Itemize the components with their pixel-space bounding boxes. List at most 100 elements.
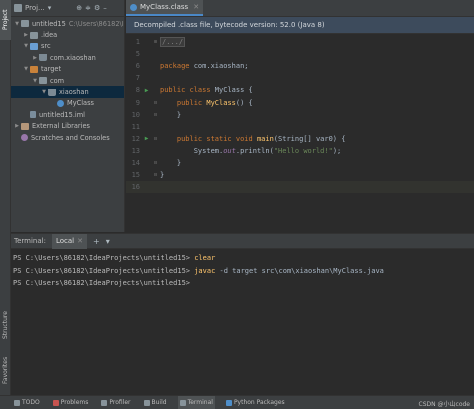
line-number: 5 xyxy=(135,50,140,59)
status-tab-todo[interactable]: TODO xyxy=(12,396,42,409)
add-terminal-icon[interactable]: + xyxy=(93,237,100,246)
code-line: 8 ▶ public class MyClass { xyxy=(126,84,474,96)
pkg-icon xyxy=(48,88,56,96)
collapsed-arrow-icon[interactable]: ▶ xyxy=(13,123,21,129)
line-number: 11 xyxy=(131,122,140,131)
code-token: out xyxy=(223,146,236,155)
tree-item[interactable]: ▶ External Libraries xyxy=(11,121,124,132)
line-number: 13 xyxy=(131,146,140,155)
code-editor[interactable]: 1 ⊞/.../5 6 package com.xiaoshan; 7 8 ▶ public … xyxy=(126,36,474,194)
project-panel: Proj... ▾ ⊕ ≑ ⚙ – ▼ untitled15 C:\Users\86… xyxy=(11,0,125,232)
code-token: com.xiaoshan; xyxy=(193,62,249,71)
project-tool-tab[interactable]: Project xyxy=(0,0,11,40)
run-icon[interactable]: ▶ xyxy=(142,135,151,142)
project-panel-header: Proj... ▾ ⊕ ≑ ⚙ – xyxy=(11,0,124,17)
code-text: public MyClass() { xyxy=(160,99,253,107)
close-icon[interactable]: ✕ xyxy=(193,3,199,11)
favorites-tool-tab[interactable]: Favorites xyxy=(0,350,11,390)
code-text: } xyxy=(160,111,181,119)
tool-window-icon xyxy=(179,399,186,406)
code-token: } xyxy=(160,158,182,167)
favorites-tool-tab-label: Favorites xyxy=(2,356,9,384)
lib-icon xyxy=(21,122,29,130)
terminal-tab-local[interactable]: Local ✕ xyxy=(51,233,87,249)
expanded-arrow-icon[interactable]: ▼ xyxy=(40,89,48,95)
tree-item[interactable]: ▼ src xyxy=(11,41,124,52)
close-icon[interactable]: ✕ xyxy=(77,237,83,245)
chevron-down-icon[interactable]: ▾ xyxy=(48,4,52,12)
terminal-line: PS C:\Users\86182\IdeaProjects\untitled1… xyxy=(13,265,474,278)
editor-area: MyClass.class ✕ Decompiled .class file, … xyxy=(126,0,474,232)
structure-tool-tab-label: Structure xyxy=(2,311,9,339)
minimize-icon[interactable]: – xyxy=(103,4,107,12)
status-tab-build[interactable]: Build xyxy=(142,396,169,409)
terminal-tab-label: Local xyxy=(55,237,75,245)
tree-item-label: com.xiaoshan xyxy=(50,53,96,62)
status-tab-problems[interactable]: Problems xyxy=(51,396,91,409)
structure-tool-tab[interactable]: Structure xyxy=(0,305,11,345)
terminal-output[interactable]: PS C:\Users\86182\IdeaProjects\untitled1… xyxy=(11,249,474,290)
pkg-icon xyxy=(39,54,47,62)
line-number: 1 xyxy=(135,38,140,47)
status-tab-label: Build xyxy=(151,399,167,406)
fold-icon[interactable]: ⊟ xyxy=(151,136,160,142)
code-line: 15 ⊟} xyxy=(126,169,474,181)
code-text: System.out.println("Hello world!"); xyxy=(160,146,342,155)
code-token: "Hello world!" xyxy=(273,146,333,155)
tree-item-label: untitled15 xyxy=(32,19,66,28)
run-icon[interactable]: ▶ xyxy=(142,87,151,94)
tree-item[interactable]: ▶ com.xiaoshan xyxy=(11,52,124,63)
tree-item[interactable]: untitled15.iml xyxy=(11,109,124,120)
line-number: 7 xyxy=(135,74,140,83)
gear-icon[interactable]: ⚙ xyxy=(94,4,100,12)
project-tool-tab-label: Project xyxy=(2,9,9,31)
locate-icon[interactable]: ⊕ xyxy=(76,4,82,12)
tree-item[interactable]: Scratches and Consoles xyxy=(11,132,124,143)
status-tab-python-packages[interactable]: Python Packages xyxy=(224,396,287,409)
tree-item[interactable]: ▼ com xyxy=(11,75,124,86)
expanded-arrow-icon[interactable]: ▼ xyxy=(13,21,21,27)
terminal-args: -d target src\com\xiaoshan\MyClass.java xyxy=(215,266,384,275)
fold-icon[interactable]: ⊟ xyxy=(151,100,160,106)
folder-icon xyxy=(39,77,47,85)
expanded-arrow-icon[interactable]: ▼ xyxy=(22,66,30,72)
tree-item[interactable]: ▶ .idea xyxy=(11,29,124,40)
collapsed-arrow-icon[interactable]: ▶ xyxy=(31,55,39,61)
code-token: main xyxy=(256,134,274,143)
tree-item-label: untitled15.iml xyxy=(39,110,86,119)
tool-window-icon xyxy=(14,399,20,406)
tree-item[interactable]: MyClass xyxy=(11,98,124,109)
fold-icon[interactable]: ⊟ xyxy=(151,112,160,118)
fold-icon[interactable]: ⊟ xyxy=(151,172,160,178)
tool-window-icon xyxy=(143,399,150,406)
expanded-arrow-icon[interactable]: ▼ xyxy=(31,78,39,84)
project-panel-title[interactable]: Proj... xyxy=(25,4,45,12)
chevron-down-icon[interactable]: ▾ xyxy=(106,237,110,246)
fold-icon[interactable]: ⊟ xyxy=(151,160,160,166)
tree-item[interactable]: ▼ target xyxy=(11,64,124,75)
fold-icon[interactable]: ⊞ xyxy=(151,39,160,45)
line-number: 10 xyxy=(131,110,140,119)
code-token: MyClass { xyxy=(214,86,253,95)
tree-item-label: MyClass xyxy=(67,99,94,108)
project-icon xyxy=(14,4,22,12)
collapsed-arrow-icon[interactable]: ▶ xyxy=(22,32,30,38)
tree-item-label: xiaoshan xyxy=(59,88,89,97)
editor-tab-bar: MyClass.class ✕ xyxy=(126,0,474,17)
tree-item-label: src xyxy=(41,42,51,51)
tree-item[interactable]: ▼ untitled15 C:\Users\86182\Id xyxy=(11,18,124,29)
status-tab-terminal[interactable]: Terminal xyxy=(177,395,215,409)
expanded-arrow-icon[interactable]: ▼ xyxy=(22,43,30,49)
status-tab-label: Python Packages xyxy=(233,399,285,406)
code-token: ); xyxy=(332,146,342,155)
collapse-icon[interactable]: ≑ xyxy=(85,4,91,12)
status-tab-profiler[interactable]: Profiler xyxy=(99,396,132,409)
tree-item[interactable]: ▼ xiaoshan xyxy=(11,86,124,98)
terminal-command: javac xyxy=(194,266,216,275)
project-tree: ▼ untitled15 C:\Users\86182\Id ▶ .idea ▼ src ▶ c… xyxy=(11,17,124,143)
code-token: MyClass xyxy=(206,98,236,107)
line-number: 12 xyxy=(131,134,140,143)
editor-tab-myclass[interactable]: MyClass.class ✕ xyxy=(126,0,204,16)
left-tool-strip: Project Structure Favorites xyxy=(0,0,11,395)
tool-window-icon xyxy=(52,399,59,406)
